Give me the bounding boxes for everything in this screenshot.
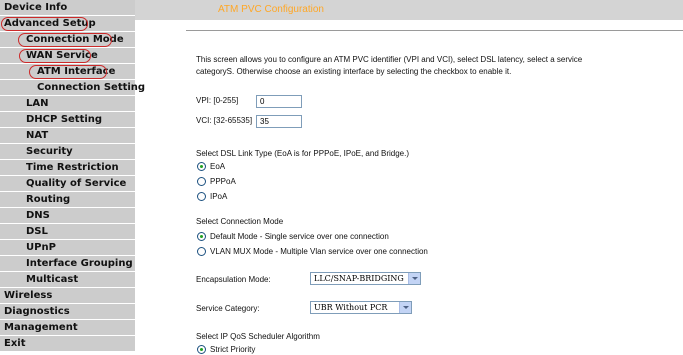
sidebar-item-label: Time Restriction — [26, 162, 119, 173]
service-category-value: UBR Without PCR — [314, 303, 388, 312]
eoa-radio[interactable] — [197, 162, 206, 171]
sidebar-item-advanced-setup[interactable]: Advanced Setup — [0, 16, 135, 32]
encapsulation-select[interactable]: LLC/SNAP-BRIDGING — [310, 272, 421, 285]
highlight-circle — [1, 17, 88, 31]
default-mode-radio[interactable] — [197, 232, 206, 241]
sidebar-item-label: Quality of Service — [26, 178, 127, 189]
service-category-label: Service Category: — [196, 304, 260, 313]
sidebar-item-connection-setting[interactable]: Connection Setting — [0, 80, 145, 96]
ipoa-radio[interactable] — [197, 192, 206, 201]
sidebar-item-label: Wireless — [4, 290, 53, 301]
sidebar-item-lan[interactable]: LAN — [0, 96, 135, 112]
vci-input[interactable]: 35 — [256, 115, 302, 128]
vlan-mux-mode-label: VLAN MUX Mode - Multiple Vlan service ov… — [210, 247, 428, 256]
sidebar-item-label: DSL — [26, 226, 48, 237]
chevron-down-icon — [399, 302, 411, 313]
sidebar-item-exit[interactable]: Exit — [0, 336, 135, 352]
chevron-down-icon — [408, 273, 420, 284]
sidebar-item-routing[interactable]: Routing — [0, 192, 135, 208]
sidebar-item-label: Connection Setting — [37, 82, 146, 93]
sidebar-item-wireless[interactable]: Wireless — [0, 288, 135, 304]
intro-text-line-2: categoryS. Otherwise choose an existing … — [196, 67, 512, 76]
sidebar-item-security[interactable]: Security — [0, 144, 135, 160]
sidebar-item-label: NAT — [26, 130, 49, 141]
link-type-heading: Select DSL Link Type (EoA is for PPPoE, … — [196, 149, 409, 158]
default-mode-label: Default Mode - Single service over one c… — [210, 232, 389, 241]
eoa-label: EoA — [210, 162, 226, 171]
sidebar-item-management[interactable]: Management — [0, 320, 135, 336]
sidebar-item-quality-of-service[interactable]: Quality of Service — [0, 176, 135, 192]
intro-text-line-1: This screen allows you to configure an A… — [196, 55, 583, 64]
sidebar-item-dhcp-setting[interactable]: DHCP Setting — [0, 112, 135, 128]
encapsulation-label: Encapsulation Mode: — [196, 275, 271, 284]
strict-priority-label: Strict Priority — [210, 345, 256, 354]
sidebar-item-time-restriction[interactable]: Time Restriction — [0, 160, 135, 176]
sidebar-item-label: Security — [26, 146, 73, 157]
sidebar-item-label: DNS — [26, 210, 50, 221]
highlight-circle — [29, 65, 107, 79]
service-category-select[interactable]: UBR Without PCR — [310, 301, 412, 314]
qos-heading: Select IP QoS Scheduler Algorithm — [196, 332, 320, 341]
page-title: ATM PVC Configuration — [218, 4, 324, 15]
ipoa-label: IPoA — [210, 192, 228, 201]
pppoa-radio[interactable] — [197, 177, 206, 186]
sidebar-item-dsl[interactable]: DSL — [0, 224, 135, 240]
sidebar-item-label: Device Info — [4, 2, 68, 13]
sidebar-item-diagnostics[interactable]: Diagnostics — [0, 304, 135, 320]
sidebar-item-wan-service[interactable]: WAN Service — [0, 48, 135, 64]
connection-mode-heading: Select Connection Mode — [196, 217, 284, 226]
highlight-circle — [18, 33, 112, 47]
sidebar-item-label: DHCP Setting — [26, 114, 103, 125]
sidebar-item-label: Exit — [4, 338, 26, 349]
sidebar-item-atm-interface[interactable]: ATM Interface — [0, 64, 135, 80]
encapsulation-value: LLC/SNAP-BRIDGING — [314, 274, 404, 283]
vpi-input[interactable]: 0 — [256, 95, 302, 108]
sidebar-item-label: UPnP — [26, 242, 56, 253]
vpi-label: VPI: [0-255] — [196, 96, 239, 105]
sidebar-item-multicast[interactable]: Multicast — [0, 272, 135, 288]
sidebar-item-label: LAN — [26, 98, 49, 109]
vci-label: VCI: [32-65535] — [196, 116, 253, 125]
sidebar-item-label: Interface Grouping — [26, 258, 133, 269]
sidebar-item-label: Management — [4, 322, 78, 333]
sidebar: Device Info Advanced Setup Connection Mo… — [0, 0, 145, 352]
strict-priority-radio[interactable] — [197, 345, 206, 354]
sidebar-item-upnp[interactable]: UPnP — [0, 240, 135, 256]
sidebar-item-interface-grouping[interactable]: Interface Grouping — [0, 256, 135, 272]
divider — [186, 30, 683, 31]
sidebar-item-label: Diagnostics — [4, 306, 70, 317]
pppoa-label: PPPoA — [210, 177, 236, 186]
sidebar-item-label: Multicast — [26, 274, 79, 285]
highlight-circle — [19, 49, 91, 63]
sidebar-item-label: Routing — [26, 194, 71, 205]
sidebar-item-nat[interactable]: NAT — [0, 128, 135, 144]
sidebar-item-device-info[interactable]: Device Info — [0, 0, 135, 16]
vlan-mux-mode-radio[interactable] — [197, 247, 206, 256]
sidebar-item-dns[interactable]: DNS — [0, 208, 135, 224]
sidebar-item-connection-mode[interactable]: Connection Mode — [0, 32, 135, 48]
